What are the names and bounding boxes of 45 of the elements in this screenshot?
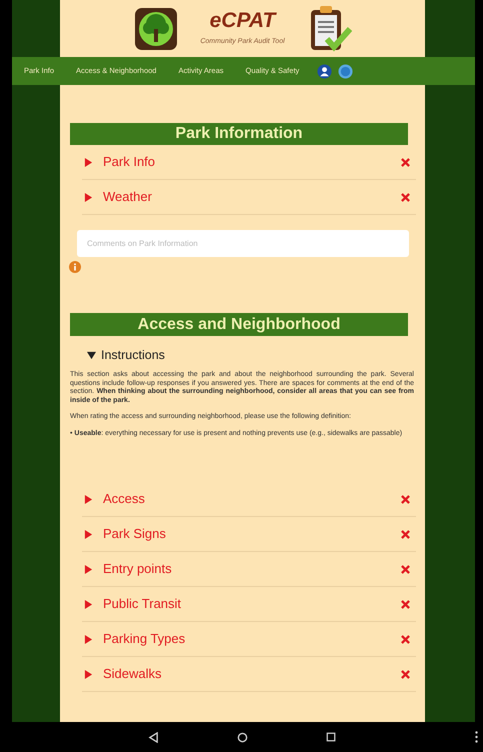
collapsible-row[interactable]: Sidewalks [82,657,416,692]
recents-icon[interactable] [326,732,336,742]
instructions-toggle[interactable]: Instructions [87,345,420,365]
row-label: Park Signs [103,525,167,544]
collapsible-row[interactable]: Park Signs [82,517,416,552]
row-label: Public Transit [103,595,182,614]
close-icon[interactable] [401,634,410,644]
row-label: Entry points [103,560,173,578]
section-title: Park Information [175,124,303,144]
person-icon[interactable] [317,64,332,78]
close-icon[interactable] [401,530,410,538]
close-icon[interactable] [401,494,410,504]
triangle-icon [84,494,93,504]
close-icon[interactable] [401,670,410,678]
home-icon[interactable] [236,732,248,742]
row-label: Sidewalks [103,665,163,684]
triangle-icon [84,670,93,678]
collapsible-row[interactable]: Weather [82,180,416,215]
triangle-icon [84,158,93,166]
info-icon[interactable] [69,261,81,273]
app-title: eCPAT [210,10,276,31]
triangle-icon [84,600,93,608]
comment-field[interactable]: Comments on Park Information [77,230,409,257]
triangle-icon [84,634,93,644]
tree-logo-icon [134,6,178,50]
collapsible-row[interactable]: Park Info [82,145,416,180]
triangle-icon [87,350,96,360]
close-icon[interactable] [401,564,410,574]
triangle-icon [84,192,93,202]
collapsible-row[interactable]: Parking Types [82,622,416,657]
close-icon[interactable] [401,158,410,166]
triangle-icon [84,564,93,574]
section-title: Access and Neighborhood [138,314,340,334]
row-label: Parking Types [103,630,186,648]
collapsible-row[interactable]: Entry points [82,552,416,587]
more-icon[interactable] [475,731,478,743]
close-icon[interactable] [401,600,410,608]
triangle-icon [84,530,93,538]
row-label: Weather [103,188,153,206]
collapsible-row[interactable]: Access [82,482,416,517]
row-label: Access [103,490,146,508]
row-label: Park Info [103,153,156,172]
close-icon[interactable] [401,192,410,202]
back-icon[interactable] [148,732,158,742]
collapsible-row[interactable]: Public Transit [82,587,416,622]
